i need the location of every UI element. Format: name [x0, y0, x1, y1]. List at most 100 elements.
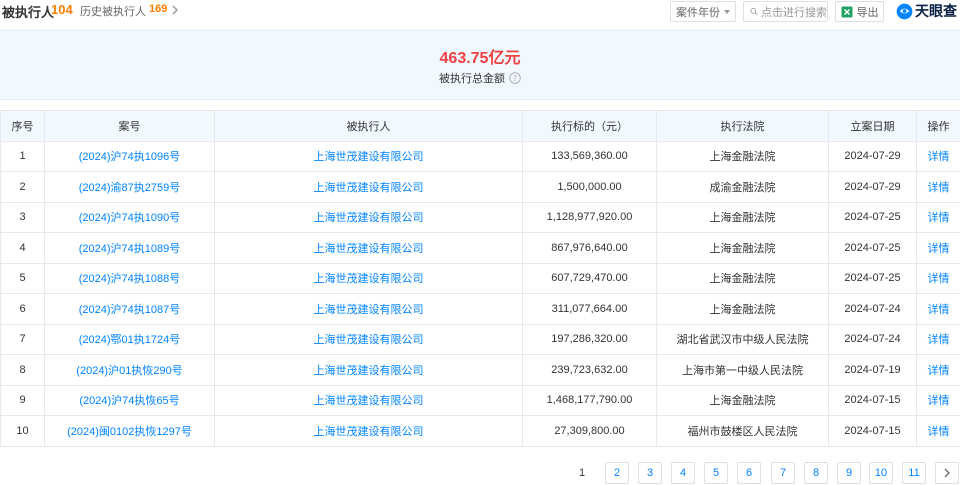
- cell-amount: 867,976,640.00: [522, 232, 657, 264]
- party-link[interactable]: 上海世茂建设有限公司: [214, 140, 523, 172]
- cell-no: 2: [0, 171, 45, 203]
- detail-link[interactable]: 详情: [916, 232, 960, 264]
- chevron-right-icon[interactable]: [170, 4, 180, 16]
- cell-court: 上海金融法院: [656, 293, 829, 325]
- party-link[interactable]: 上海世茂建设有限公司: [214, 354, 523, 386]
- cell-no: 6: [0, 293, 45, 325]
- excel-icon: [841, 6, 852, 17]
- cell-no: 7: [0, 323, 45, 355]
- case-number-link[interactable]: (2024)沪74执1090号: [44, 201, 215, 233]
- page-8-button[interactable]: 8: [804, 462, 828, 484]
- history-link[interactable]: 历史被执行人: [80, 3, 146, 19]
- total-amount-label: 被执行总金额: [439, 73, 505, 85]
- case-number-link[interactable]: (2024)闽0102执恢1297号: [44, 415, 215, 447]
- cell-amount: 607,729,470.00: [522, 262, 657, 294]
- chevron-right-icon: [944, 468, 950, 478]
- page-7-button[interactable]: 7: [771, 462, 795, 484]
- cell-court: 福州市鼓楼区人民法院: [656, 415, 829, 447]
- table-row: 7 (2024)鄂01执1724号 上海世茂建设有限公司 197,286,320…: [0, 323, 960, 355]
- brand-name: 天眼查: [915, 3, 957, 19]
- cell-date: 2024-07-19: [828, 354, 917, 386]
- table-row: 2 (2024)渝87执2759号 上海世茂建设有限公司 1,500,000.0…: [0, 171, 960, 203]
- detail-link[interactable]: 详情: [916, 262, 960, 294]
- detail-link[interactable]: 详情: [916, 384, 960, 416]
- case-number-link[interactable]: (2024)沪74执1087号: [44, 293, 215, 325]
- cell-date: 2024-07-25: [828, 201, 917, 233]
- page-1-current: 1: [570, 462, 594, 484]
- table-row: 5 (2024)沪74执1088号 上海世茂建设有限公司 607,729,470…: [0, 262, 960, 294]
- detail-link[interactable]: 详情: [916, 171, 960, 203]
- table-row: 8 (2024)沪01执恢290号 上海世茂建设有限公司 239,723,632…: [0, 354, 960, 386]
- detail-link[interactable]: 详情: [916, 293, 960, 325]
- cell-court: 上海金融法院: [656, 140, 829, 172]
- case-number-link[interactable]: (2024)沪74执1088号: [44, 262, 215, 294]
- history-count[interactable]: 169: [149, 3, 167, 15]
- cell-court: 湖北省武汉市中级人民法院: [656, 323, 829, 355]
- page-11-button[interactable]: 11: [902, 462, 926, 484]
- party-link[interactable]: 上海世茂建设有限公司: [214, 232, 523, 264]
- detail-link[interactable]: 详情: [916, 323, 960, 355]
- page-9-button[interactable]: 9: [837, 462, 861, 484]
- detail-link[interactable]: 详情: [916, 354, 960, 386]
- pagination: 1 2 3 4 5 6 7 8 9 10 11: [0, 462, 960, 484]
- cell-amount: 1,128,977,920.00: [522, 201, 657, 233]
- cell-date: 2024-07-15: [828, 415, 917, 447]
- case-number-link[interactable]: (2024)沪74执1089号: [44, 232, 215, 264]
- export-button[interactable]: 导出: [835, 1, 884, 22]
- detail-link[interactable]: 详情: [916, 201, 960, 233]
- cell-court: 上海金融法院: [656, 262, 829, 294]
- page-6-button[interactable]: 6: [737, 462, 761, 484]
- page-2-button[interactable]: 2: [605, 462, 629, 484]
- col-header-party: 被执行人: [214, 110, 523, 142]
- cell-no: 8: [0, 354, 45, 386]
- cell-no: 1: [0, 140, 45, 172]
- page-5-button[interactable]: 5: [704, 462, 728, 484]
- cell-date: 2024-07-25: [828, 232, 917, 264]
- case-number-link[interactable]: (2024)沪74执1096号: [44, 140, 215, 172]
- page-10-button[interactable]: 10: [869, 462, 893, 484]
- caret-down-icon: [724, 9, 730, 14]
- svg-text:?: ?: [513, 74, 517, 83]
- cell-date: 2024-07-29: [828, 140, 917, 172]
- col-header-court: 执行法院: [656, 110, 829, 142]
- col-header-op: 操作: [916, 110, 960, 142]
- total-amount: 463.75亿元: [439, 50, 521, 67]
- help-icon[interactable]: ?: [509, 72, 521, 84]
- export-label: 导出: [856, 6, 879, 19]
- party-link[interactable]: 上海世茂建设有限公司: [214, 293, 523, 325]
- case-number-link[interactable]: (2024)渝87执2759号: [44, 171, 215, 203]
- page-4-button[interactable]: 4: [671, 462, 695, 484]
- search-placeholder: 点击进行搜索: [761, 6, 827, 19]
- cell-amount: 1,500,000.00: [522, 171, 657, 203]
- table-row: 1 (2024)沪74执1096号 上海世茂建设有限公司 133,569,360…: [0, 140, 960, 172]
- table-row: 9 (2024)沪74执恢65号 上海世茂建设有限公司 1,468,177,79…: [0, 384, 960, 416]
- party-link[interactable]: 上海世茂建设有限公司: [214, 171, 523, 203]
- case-number-link[interactable]: (2024)鄂01执1724号: [44, 323, 215, 355]
- party-link[interactable]: 上海世茂建设有限公司: [214, 262, 523, 294]
- cell-court: 上海市第一中级人民法院: [656, 354, 829, 386]
- cell-no: 4: [0, 232, 45, 264]
- cell-date: 2024-07-29: [828, 171, 917, 203]
- cell-amount: 27,309,800.00: [522, 415, 657, 447]
- cell-amount: 1,468,177,790.00: [522, 384, 657, 416]
- case-number-link[interactable]: (2024)沪01执恢290号: [44, 354, 215, 386]
- executed-persons-table: 序号 案号 被执行人 执行标的（元） 执行法院 立案日期 操作 1 (2024)…: [0, 110, 960, 447]
- cell-date: 2024-07-15: [828, 384, 917, 416]
- party-link[interactable]: 上海世茂建设有限公司: [214, 384, 523, 416]
- party-link[interactable]: 上海世茂建设有限公司: [214, 323, 523, 355]
- detail-link[interactable]: 详情: [916, 140, 960, 172]
- page-3-button[interactable]: 3: [638, 462, 662, 484]
- cell-court: 上海金融法院: [656, 232, 829, 264]
- cell-no: 3: [0, 201, 45, 233]
- search-icon: [750, 8, 758, 16]
- col-header-date: 立案日期: [828, 110, 917, 142]
- search-box[interactable]: 点击进行搜索: [743, 1, 828, 22]
- party-link[interactable]: 上海世茂建设有限公司: [214, 415, 523, 447]
- cell-no: 9: [0, 384, 45, 416]
- detail-link[interactable]: 详情: [916, 415, 960, 447]
- year-filter-dropdown[interactable]: 案件年份: [670, 1, 736, 22]
- next-page-button[interactable]: [935, 462, 959, 484]
- cell-no: 5: [0, 262, 45, 294]
- party-link[interactable]: 上海世茂建设有限公司: [214, 201, 523, 233]
- case-number-link[interactable]: (2024)沪74执恢65号: [44, 384, 215, 416]
